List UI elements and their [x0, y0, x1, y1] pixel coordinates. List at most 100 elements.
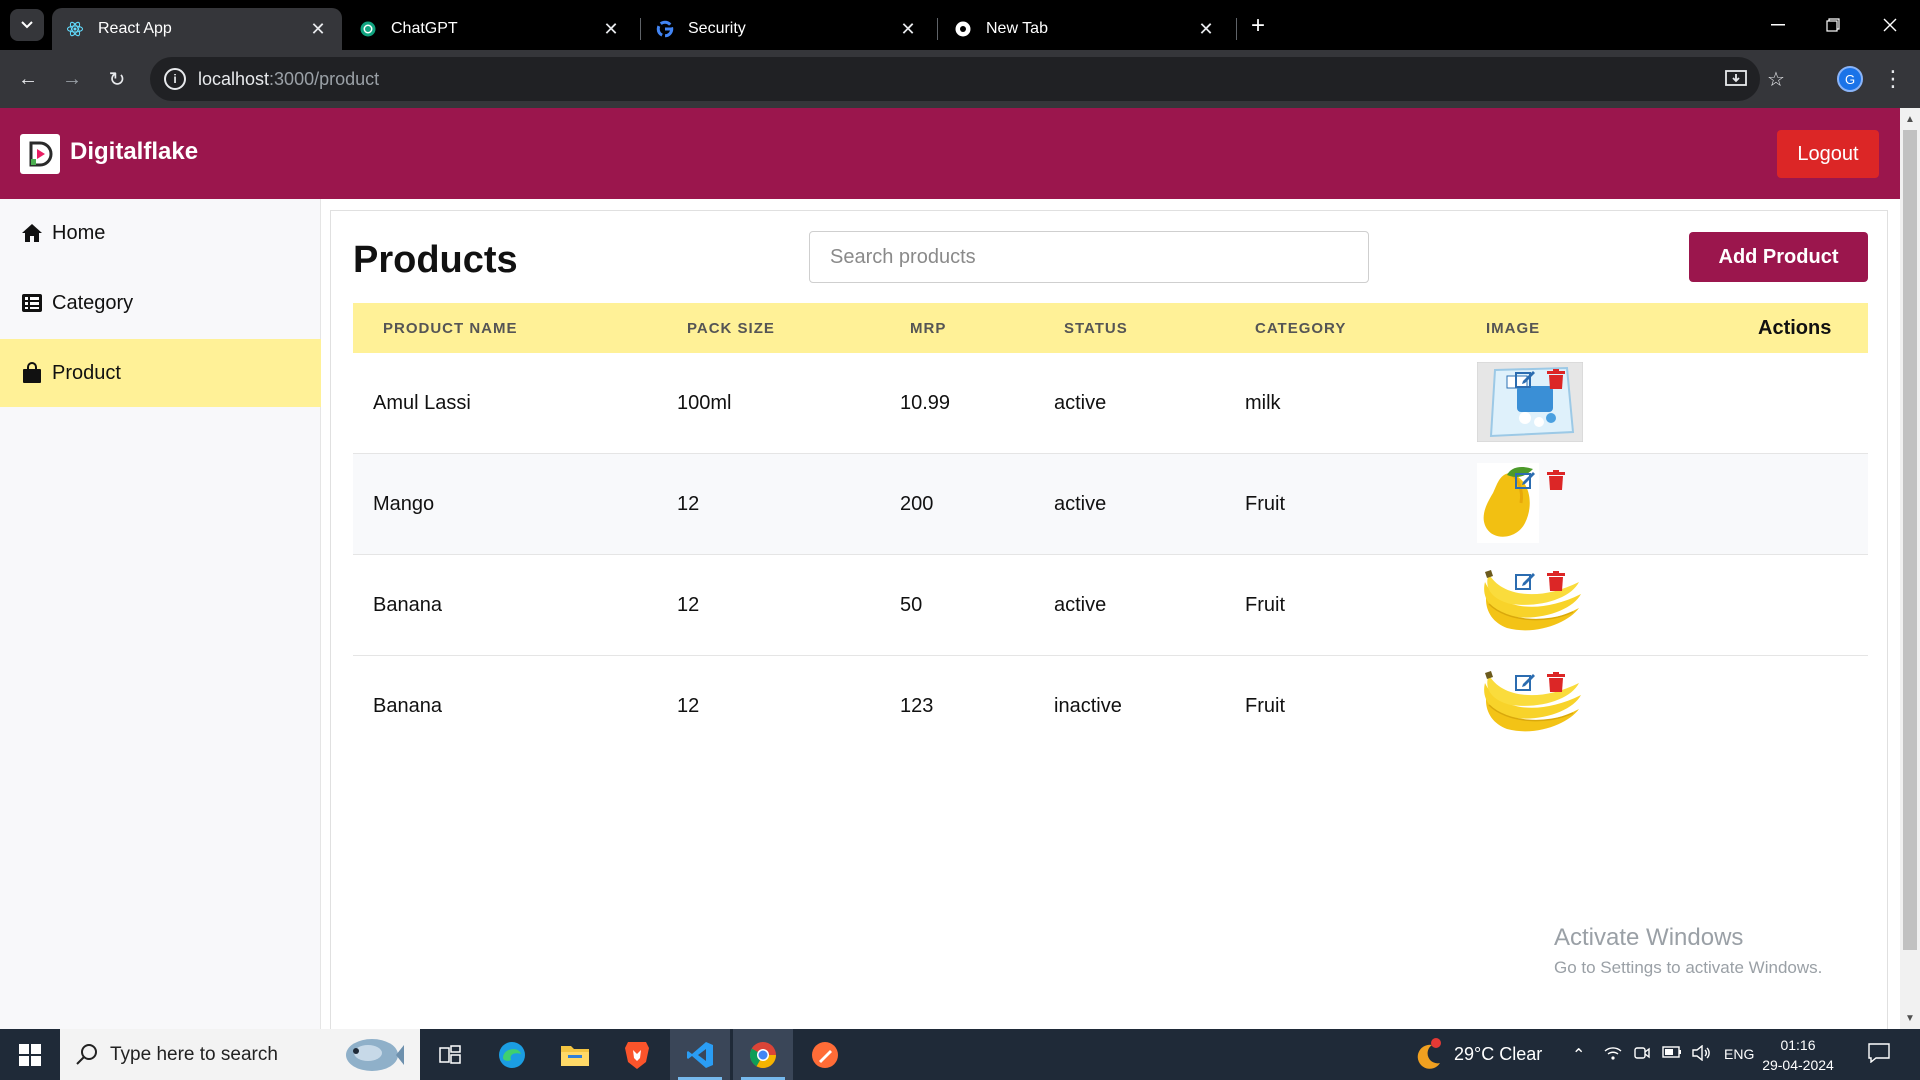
- close-icon: [1883, 18, 1897, 32]
- table-header: PRODUCT NAME PACK SIZE MRP STATUS CATEGO…: [353, 303, 1868, 353]
- cell-pack-size: 100ml: [677, 391, 732, 414]
- cell-category: milk: [1245, 391, 1281, 414]
- watermark-subtitle: Go to Settings to activate Windows.: [1554, 958, 1823, 977]
- sidebar-item-label: Product: [52, 361, 121, 384]
- tab-search-button[interactable]: [10, 9, 44, 41]
- cell-category: Fruit: [1245, 694, 1285, 717]
- cell-mrp: 10.99: [900, 391, 951, 414]
- meet-now-icon[interactable]: [1634, 1045, 1650, 1066]
- sidebar: Home Category Product: [0, 199, 321, 1029]
- browser-menu-icon[interactable]: ⋮: [1880, 64, 1906, 94]
- close-window-button[interactable]: [1870, 10, 1910, 40]
- sidebar-item-product[interactable]: Product: [0, 339, 321, 407]
- cell-category: Fruit: [1245, 492, 1285, 515]
- cell-mrp: 50: [900, 593, 923, 616]
- page-scrollbar[interactable]: ▲ ▼: [1900, 108, 1920, 1029]
- sidebar-item-home[interactable]: Home: [0, 199, 321, 267]
- profile-avatar[interactable]: G: [1837, 66, 1863, 92]
- taskbar-vscode[interactable]: [670, 1029, 730, 1080]
- back-button[interactable]: ←: [13, 64, 43, 94]
- minimize-icon: [1771, 24, 1785, 26]
- browser-tab-security[interactable]: Security ✕: [642, 8, 932, 50]
- address-bar[interactable]: i localhost:3000/product ☆: [150, 57, 1785, 101]
- close-icon[interactable]: ✕: [1196, 19, 1216, 40]
- taskbar-postman[interactable]: [795, 1029, 855, 1080]
- edit-icon[interactable]: [1514, 671, 1536, 693]
- taskbar-file-explorer[interactable]: [545, 1029, 605, 1080]
- browser-tab-chatgpt[interactable]: ChatGPT ✕: [345, 8, 635, 50]
- delete-icon[interactable]: [1545, 368, 1567, 390]
- minimize-button[interactable]: [1758, 10, 1798, 40]
- task-view-icon: [439, 1044, 461, 1064]
- taskbar-clock[interactable]: 01:16 29-04-2024: [1758, 1035, 1838, 1075]
- cell-status: active: [1054, 492, 1107, 515]
- edit-icon[interactable]: [1514, 368, 1536, 390]
- install-app-icon[interactable]: [1724, 67, 1748, 91]
- reload-button[interactable]: ↻: [102, 64, 132, 94]
- watermark-title: Activate Windows: [1554, 924, 1744, 951]
- delete-icon[interactable]: [1545, 469, 1567, 491]
- wifi-icon[interactable]: [1604, 1045, 1622, 1066]
- close-icon[interactable]: ✕: [898, 19, 918, 40]
- scrollbar-thumb[interactable]: [1903, 130, 1917, 950]
- taskbar-chrome[interactable]: [733, 1029, 793, 1080]
- sidebar-item-category[interactable]: Category: [0, 269, 321, 337]
- column-header-status: STATUS: [1064, 319, 1128, 337]
- add-product-button[interactable]: Add Product: [1689, 232, 1868, 282]
- postman-icon: [812, 1041, 838, 1068]
- activate-windows-watermark: Activate Windows Go to Settings to activ…: [1554, 924, 1822, 978]
- digitalflake-logo-icon: [20, 134, 60, 174]
- close-icon[interactable]: ✕: [308, 19, 328, 40]
- start-button[interactable]: [0, 1029, 60, 1080]
- tab-separator: [937, 18, 938, 40]
- column-header-mrp: MRP: [910, 319, 947, 337]
- new-tab-button[interactable]: +: [1244, 12, 1272, 40]
- tab-separator: [640, 18, 641, 40]
- chevron-up-icon[interactable]: ⌃: [1572, 1045, 1585, 1065]
- bookmark-star-icon[interactable]: ☆: [1764, 67, 1788, 91]
- scroll-up-icon[interactable]: ▲: [1900, 110, 1920, 128]
- table-row: Amul Lassi 100ml 10.99 active milk: [353, 353, 1868, 454]
- close-icon[interactable]: ✕: [601, 19, 621, 40]
- taskbar-edge[interactable]: [482, 1029, 542, 1080]
- cell-status: inactive: [1054, 694, 1122, 717]
- taskbar-search-box[interactable]: Type here to search: [60, 1029, 420, 1080]
- delete-icon[interactable]: [1545, 570, 1567, 592]
- reload-icon: ↻: [108, 68, 126, 91]
- browser-toolbar: ← → ↻ i localhost:3000/product ☆ G ⋮: [0, 50, 1920, 108]
- site-info-icon[interactable]: i: [164, 68, 186, 90]
- cell-mrp: 123: [900, 694, 934, 717]
- taskbar-brave[interactable]: [607, 1029, 667, 1080]
- weather-text[interactable]: 29°C Clear: [1454, 1044, 1542, 1065]
- cell-category: Fruit: [1245, 593, 1285, 616]
- search-highlight-fish-icon: [346, 1039, 404, 1071]
- page-viewport: Digitalflake Logout Home Category Produc…: [0, 108, 1920, 1029]
- search-input[interactable]: [809, 231, 1369, 283]
- browser-tab-new-tab[interactable]: New Tab ✕: [940, 8, 1230, 50]
- edit-icon[interactable]: [1514, 570, 1536, 592]
- column-header-pack-size: PACK SIZE: [687, 319, 775, 337]
- table-row: Mango 12 200 active Fruit: [353, 454, 1868, 555]
- delete-icon[interactable]: [1545, 671, 1567, 693]
- logout-button[interactable]: Logout: [1777, 130, 1879, 178]
- column-header-product-name: PRODUCT NAME: [383, 319, 518, 337]
- weather-moon-icon: [1417, 1038, 1441, 1069]
- browser-tab-react-app[interactable]: React App ✕: [52, 8, 342, 50]
- restore-button[interactable]: [1813, 10, 1853, 40]
- volume-icon[interactable]: [1692, 1044, 1712, 1066]
- sidebar-item-label: Home: [52, 221, 106, 244]
- shopping-bag-icon: [20, 361, 44, 385]
- edit-icon[interactable]: [1514, 469, 1536, 491]
- folder-icon: [561, 1045, 589, 1066]
- products-table: PRODUCT NAME PACK SIZE MRP STATUS CATEGO…: [353, 303, 1868, 757]
- language-indicator[interactable]: ENG: [1724, 1046, 1754, 1062]
- column-header-image: IMAGE: [1486, 319, 1541, 337]
- battery-icon[interactable]: [1662, 1045, 1682, 1064]
- forward-button[interactable]: →: [57, 64, 87, 94]
- notification-icon[interactable]: [1868, 1043, 1890, 1068]
- edge-icon: [499, 1041, 525, 1068]
- task-view-button[interactable]: [420, 1029, 480, 1080]
- page-title: Products: [353, 239, 518, 281]
- scroll-down-icon[interactable]: ▼: [1900, 1009, 1920, 1027]
- table-row: Banana 12 50 active Fruit: [353, 555, 1868, 656]
